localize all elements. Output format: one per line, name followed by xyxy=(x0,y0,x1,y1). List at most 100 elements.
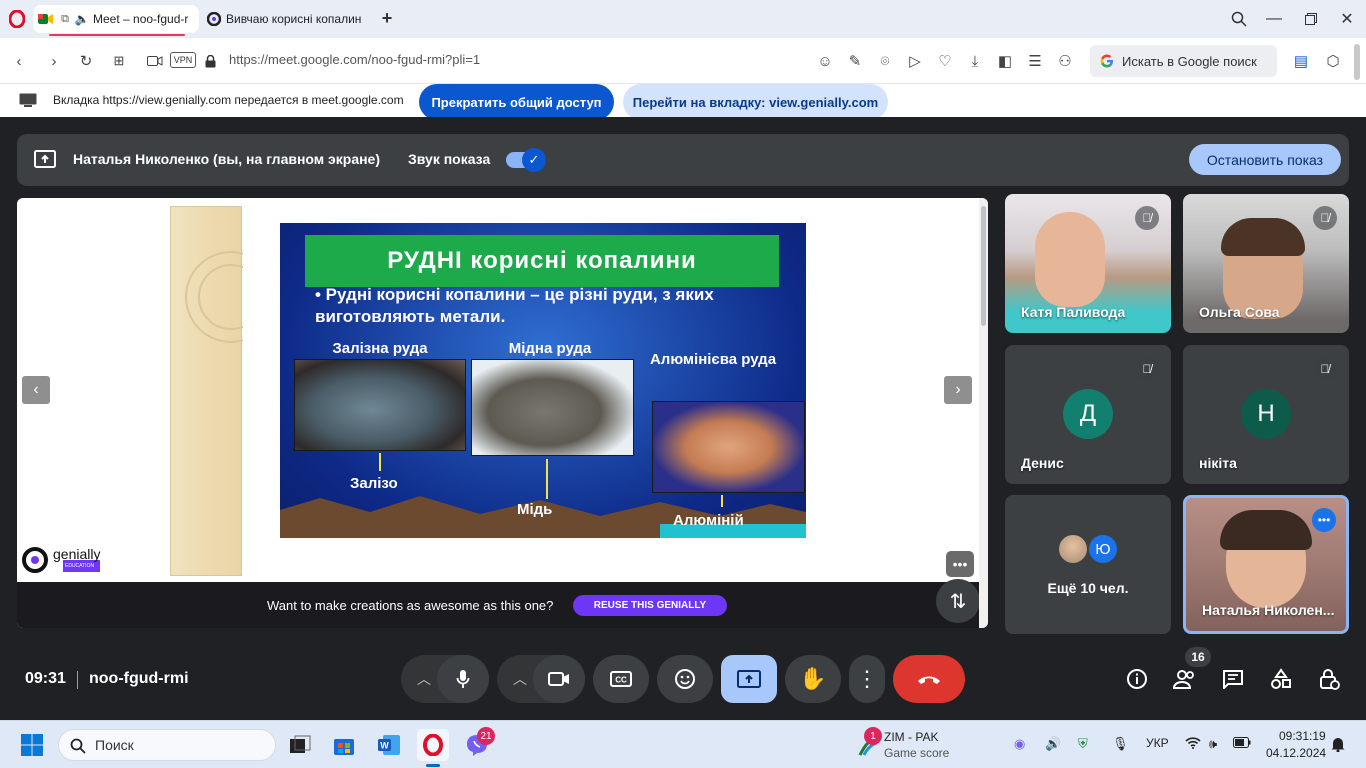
video-options-chevron-icon[interactable]: ︿ xyxy=(510,669,530,689)
mic-off-icon: 🎙̸ xyxy=(1135,357,1159,381)
stop-presenting-button[interactable]: Остановить показ xyxy=(1189,144,1341,175)
volume-icon[interactable]: 🔊 xyxy=(1045,736,1061,752)
chat-icon[interactable] xyxy=(1219,665,1247,693)
presenting-status-text: Наталья Николенко (вы, на главном экране… xyxy=(73,151,381,167)
send-icon[interactable]: ▷ xyxy=(906,52,924,70)
more-options-icon[interactable]: ••• xyxy=(1312,508,1336,532)
battery-icon[interactable] xyxy=(1233,736,1251,751)
task-view-icon[interactable] xyxy=(284,729,316,761)
leave-call-button[interactable] xyxy=(893,655,965,703)
forward-icon[interactable]: › xyxy=(45,52,63,70)
easy-setup-icon[interactable]: ☰ xyxy=(1026,52,1044,70)
security-icon[interactable]: ⛨ xyxy=(1078,736,1088,752)
sidebar-toggle-icon[interactable]: ◧ xyxy=(996,52,1014,70)
present-button[interactable] xyxy=(721,655,777,703)
slide-prev-button[interactable]: ‹ xyxy=(22,376,50,404)
address-bar: ‹ › ↻ ⊞ VPN https://meet.google.com/noo-… xyxy=(0,38,1366,84)
more-participants-tile[interactable]: Ю Ещё 10 чел. xyxy=(1005,495,1171,634)
captions-button[interactable]: CC xyxy=(593,655,649,703)
viber-badge: 21 xyxy=(477,727,495,745)
clock-date[interactable]: 04.12.2024 xyxy=(1266,746,1326,760)
tab-meet-label: Meet – noo-fgud-r xyxy=(93,12,189,26)
emoji-icon[interactable]: ☺ xyxy=(816,52,834,70)
participant-tile[interactable]: Н 🎙̸ нікіта xyxy=(1183,345,1349,484)
camera-button[interactable] xyxy=(533,655,585,703)
news-title[interactable]: ZIM - PAK xyxy=(884,730,938,744)
viber-tray-icon[interactable]: ◉ xyxy=(1014,736,1025,752)
download-icon[interactable]: ⤓ xyxy=(966,52,984,70)
tab-islands-icon[interactable]: ▤ xyxy=(1292,52,1310,70)
ore-label-iron: Залізна руда xyxy=(332,340,428,357)
wifi-icon[interactable] xyxy=(1185,736,1201,752)
participant-hair xyxy=(1220,510,1312,550)
google-search-placeholder: Искать в Google поиск xyxy=(1122,53,1257,69)
restore-icon[interactable] xyxy=(1303,9,1319,29)
news-badge: 1 xyxy=(864,727,882,745)
self-view-tile[interactable]: ••• Наталья Николен... xyxy=(1183,495,1349,634)
browser-scrollbar[interactable] xyxy=(1354,44,1360,80)
taskbar-search-input[interactable]: Поиск xyxy=(58,729,276,761)
slide-next-button[interactable]: › xyxy=(944,376,972,404)
participant-tile[interactable]: Д 🎙̸ Денис xyxy=(1005,345,1171,484)
slide-more-options-button[interactable]: ••• xyxy=(946,551,974,577)
shared-screen-scrollbar[interactable] xyxy=(979,198,988,628)
raise-hand-button[interactable]: ✋ xyxy=(785,655,841,703)
participant-tile[interactable]: 🎙̸ Ольга Сова xyxy=(1183,194,1349,333)
metal-label-aluminium: Алюміній xyxy=(673,512,744,529)
snapshot-icon[interactable]: ⌾ xyxy=(876,52,894,70)
heart-icon[interactable]: ♡ xyxy=(936,52,954,70)
genially-favicon-icon xyxy=(206,11,222,27)
tab-genially[interactable]: Вивчаю корисні копалин xyxy=(202,5,372,33)
go-to-tab-button[interactable]: Перейти на вкладку: view.genially.com xyxy=(623,84,888,120)
speed-dial-icon[interactable]: ⊞ xyxy=(110,52,128,70)
minimize-icon[interactable]: — xyxy=(1266,9,1282,29)
profile-icon[interactable]: ⚇ xyxy=(1056,52,1074,70)
arrow-iron xyxy=(379,453,381,471)
audio-options-chevron-icon[interactable]: ︿ xyxy=(414,669,434,689)
opera-taskbar-icon[interactable] xyxy=(417,729,449,761)
swap-layout-button[interactable]: ⇅ xyxy=(936,579,980,623)
start-button[interactable] xyxy=(16,729,48,761)
ore-label-copper: Мідна руда xyxy=(508,340,592,357)
genially-logo[interactable]: genially EDUCATION xyxy=(21,546,101,574)
stop-sharing-button[interactable]: Прекратить общий доступ xyxy=(419,84,614,120)
url-field[interactable]: https://meet.google.com/noo-fgud-rmi?pli… xyxy=(229,52,480,67)
search-tabs-icon[interactable] xyxy=(1229,9,1249,29)
opera-logo-icon[interactable] xyxy=(8,10,26,28)
vpn-badge[interactable]: VPN xyxy=(170,52,196,68)
microphone-button[interactable] xyxy=(437,655,489,703)
activities-icon[interactable] xyxy=(1267,665,1295,693)
avatar xyxy=(1057,533,1089,565)
end-call-icon xyxy=(918,676,940,684)
notifications-bell-icon[interactable] xyxy=(1331,736,1345,755)
lock-icon[interactable] xyxy=(201,52,219,70)
reload-icon[interactable]: ↻ xyxy=(77,52,95,70)
edit-icon[interactable]: ✎ xyxy=(846,52,864,70)
reuse-genially-button[interactable]: REUSE THIS GENIALLY xyxy=(573,595,727,616)
store-icon[interactable] xyxy=(328,729,360,761)
extensions-icon[interactable]: ⬡ xyxy=(1324,52,1342,70)
close-window-icon[interactable]: ✕ xyxy=(1339,9,1355,29)
picture-in-picture-icon[interactable]: ⧉ xyxy=(58,12,72,26)
sound-tray-icon[interactable]: 🕪 xyxy=(1209,736,1217,752)
more-options-button[interactable]: ⋮ xyxy=(849,655,885,703)
share-audio-toggle[interactable]: ✓ xyxy=(506,148,546,172)
back-icon[interactable]: ‹ xyxy=(10,52,28,70)
microphone-tray-icon[interactable]: 🎙 xyxy=(1112,736,1129,752)
language-indicator[interactable]: УКР xyxy=(1146,736,1169,750)
people-icon[interactable] xyxy=(1171,665,1199,693)
camera-icon[interactable] xyxy=(146,52,164,70)
speaker-icon[interactable]: 🔈 xyxy=(75,12,90,26)
word-icon[interactable]: W xyxy=(373,729,405,761)
tab-meet[interactable]: ⧉ 🔈 Meet – noo-fgud-r xyxy=(33,5,199,36)
participant-name: Ольга Сова xyxy=(1199,304,1280,320)
google-search-input[interactable]: Искать в Google поиск xyxy=(1090,45,1277,77)
meeting-info-icon[interactable] xyxy=(1123,665,1151,693)
clock-time[interactable]: 09:31:19 xyxy=(1279,729,1326,743)
genially-logo-icon xyxy=(22,547,48,573)
participant-tile[interactable]: 🎙̸ Катя Паливода xyxy=(1005,194,1171,333)
host-controls-icon[interactable] xyxy=(1315,665,1343,693)
reactions-button[interactable] xyxy=(657,655,713,703)
avatar: Н xyxy=(1241,389,1291,439)
new-tab-button[interactable]: + xyxy=(378,8,396,28)
